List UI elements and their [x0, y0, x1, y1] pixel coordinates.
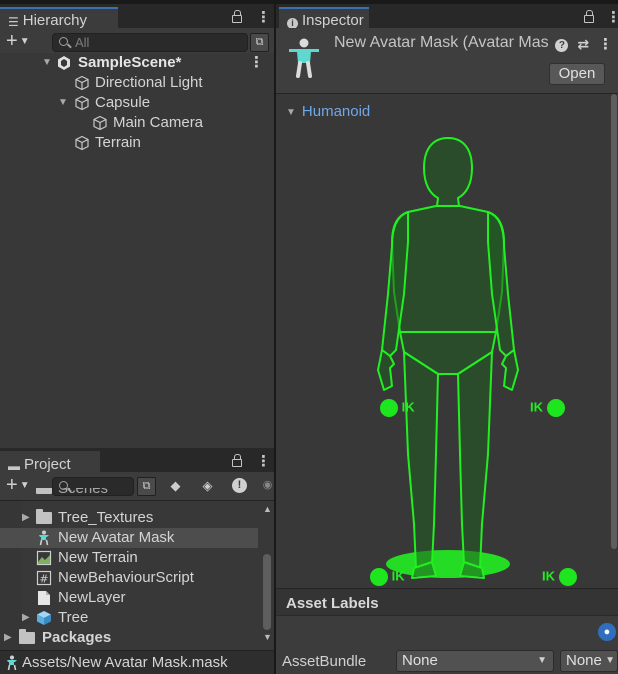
expand-arrow-icon[interactable]: ▶: [22, 508, 30, 528]
tree-item-terrain[interactable]: Terrain: [0, 133, 274, 153]
hidden-packages-icon[interactable]: ◉: [258, 477, 274, 496]
scene-visibility-icon[interactable]: ⧉: [250, 33, 269, 52]
inspector-panel: i Inspector ⋮ New Avatar Mask (Avatar Mas…: [276, 4, 618, 674]
folder-icon: [36, 509, 52, 524]
list-item-scenes[interactable]: Scenes: [0, 488, 258, 500]
folder-tab-icon: ▬: [8, 459, 20, 473]
project-panel: ▬ Project ⋮ + ▼ ⧉ ◆ ◈ ! ◉ Scenes ▶ Tree_Te…: [0, 448, 274, 674]
left-hand-mask-part: [377, 349, 395, 391]
list-item-packages[interactable]: ▶ Packages: [0, 628, 258, 648]
gameobject-icon: [75, 95, 89, 111]
hierarchy-panel: ☰ Hierarchy ⋮ + ▼ All ⧉ ▼ SampleScene* ⋮ D…: [0, 4, 274, 448]
asset-labels-header[interactable]: Asset Labels: [276, 588, 618, 616]
ik-left-hand-toggle[interactable]: IK: [380, 398, 415, 417]
folder-icon: [19, 629, 35, 644]
inspector-title: New Avatar Mask (Avatar Mask): [334, 34, 548, 51]
lock-icon[interactable]: [232, 9, 242, 25]
list-icon: ☰: [8, 15, 19, 29]
right-leg-mask-part: [457, 351, 493, 569]
left-leg-mask-part: [403, 351, 439, 569]
selected-asset-path: Assets/New Avatar Mask.mask: [22, 654, 228, 671]
list-item-tree-textures[interactable]: ▶ Tree_Textures: [0, 508, 258, 528]
asset-labels-section: Asset Labels ● AssetBundle None ▼ None ▼: [276, 588, 618, 674]
caret-down-icon: ▼: [537, 655, 547, 666]
ik-dot-icon: [558, 567, 577, 586]
list-item-new-behaviour-script[interactable]: # NewBehaviourScript: [0, 568, 258, 588]
unity-scene-icon: [58, 56, 70, 70]
gameobject-icon: [75, 135, 89, 151]
more-options-icon[interactable]: ⋮: [256, 453, 271, 469]
more-options-icon[interactable]: ⋮: [606, 9, 618, 25]
assetbundle-label: AssetBundle: [282, 653, 367, 670]
search-icon: [59, 37, 68, 46]
tree-item-capsule[interactable]: ▼ Capsule: [0, 93, 274, 113]
expand-arrow-icon[interactable]: ▶: [22, 608, 30, 628]
scroll-down-icon[interactable]: ▼: [263, 632, 272, 642]
scene-more-options-icon[interactable]: ⋮: [249, 53, 264, 73]
expand-arrow-icon[interactable]: ▼: [286, 107, 296, 118]
humanoid-foldout[interactable]: ▼ Humanoid: [286, 103, 370, 120]
lock-icon[interactable]: [232, 453, 242, 469]
terrain-icon: [36, 550, 52, 566]
tree-item-directional-light[interactable]: Directional Light: [0, 73, 274, 93]
assetbundle-variant-dropdown[interactable]: None ▼: [560, 650, 618, 672]
ik-right-hand-toggle[interactable]: IK: [530, 398, 565, 417]
tree-item-main-camera[interactable]: Main Camera: [0, 113, 274, 133]
ik-dot-icon: [370, 567, 388, 586]
asset-label-tag-icon[interactable]: ●: [598, 623, 616, 641]
project-status-bar: Assets/New Avatar Mask.mask: [0, 650, 274, 674]
expand-arrow-icon[interactable]: ▼: [58, 93, 68, 113]
more-options-icon[interactable]: ⋮: [598, 37, 613, 52]
expand-arrow-icon[interactable]: ▼: [42, 53, 52, 73]
file-icon: [38, 591, 50, 605]
scroll-up-icon[interactable]: ▲: [263, 504, 272, 514]
inspector-scrollbar-thumb[interactable]: [611, 94, 617, 549]
more-options-icon[interactable]: ⋮: [256, 9, 271, 25]
list-item-new-layer[interactable]: NewLayer: [0, 588, 258, 608]
ik-dot-icon: [380, 398, 398, 417]
settings-sliders-icon[interactable]: ⇄: [577, 36, 589, 52]
create-button[interactable]: + ▼: [6, 31, 30, 51]
humanoid-body-mask[interactable]: [276, 124, 618, 590]
help-icon[interactable]: ?: [555, 39, 569, 52]
inspector-scrollbar[interactable]: [610, 94, 618, 549]
list-item-tree[interactable]: ▶ Tree: [0, 608, 258, 628]
right-hand-mask-part: [501, 349, 519, 391]
script-icon: #: [36, 570, 52, 586]
expand-arrow-icon[interactable]: ▶: [4, 628, 12, 648]
open-button[interactable]: Open: [549, 63, 605, 85]
caret-down-icon: ▼: [19, 36, 30, 47]
ik-left-foot-toggle[interactable]: IK: [370, 567, 405, 586]
list-item-new-avatar-mask[interactable]: New Avatar Mask: [0, 528, 258, 548]
gameobject-icon: [75, 75, 89, 91]
tree-item-scene[interactable]: ▼ SampleScene* ⋮: [0, 53, 274, 73]
hierarchy-search-input[interactable]: All: [52, 33, 248, 52]
avatar-mask-icon: [39, 530, 49, 546]
lock-icon[interactable]: [584, 9, 594, 25]
gameobject-icon: [93, 115, 107, 131]
ik-right-foot-toggle[interactable]: IK: [542, 567, 577, 586]
caret-down-icon: ▼: [605, 655, 615, 666]
svg-text:#: #: [39, 573, 48, 586]
inspector-header: New Avatar Mask (Avatar Mask) ? ⇄ ⋮ Open: [276, 28, 618, 94]
info-icon: i: [287, 15, 298, 29]
folder-icon: [36, 488, 52, 494]
avatar-mask-icon: [7, 655, 17, 671]
head-mask-part: [423, 137, 473, 207]
project-scrollbar-thumb[interactable]: [263, 554, 271, 630]
inspector-header-icons: ? ⇄ ⋮: [555, 36, 613, 53]
avatar-mask-large-icon: [289, 38, 319, 78]
assetbundle-dropdown[interactable]: None ▼: [396, 650, 554, 672]
list-item-new-terrain[interactable]: New Terrain: [0, 548, 258, 568]
prefab-icon: [37, 611, 51, 625]
project-scrollbar[interactable]: ▲ ▼: [262, 504, 272, 646]
ik-dot-icon: [546, 398, 565, 417]
